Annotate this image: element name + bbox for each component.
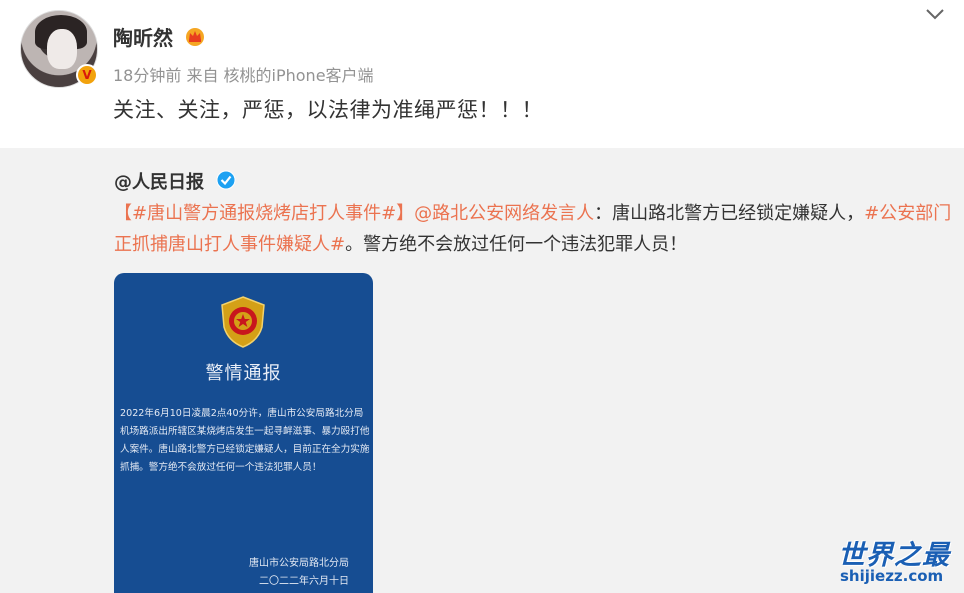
bracket-close: 】 — [396, 203, 415, 224]
police-emblem-icon — [221, 296, 265, 348]
repost-author[interactable]: @人民日报 — [114, 168, 204, 194]
avatar-face — [47, 29, 77, 69]
mention-link[interactable]: @路北公安网络发言人 — [414, 203, 594, 224]
site-watermark: 世界之最 shijiezz.com — [838, 533, 958, 589]
watermark-url: shijiezz.com — [840, 567, 944, 585]
notice-image[interactable]: 警情通报 2022年6月10日凌晨2点40分许，唐山市公安局路北分局机场路派出所… — [114, 273, 373, 593]
repost-card[interactable]: @人民日报 【#唐山警方通报烧烤店打人事件#】@路北公安网络发言人：唐山路北警方… — [0, 148, 964, 593]
crown-icon — [186, 28, 204, 46]
post-text: 关注、关注，严惩，以法律为准绳严惩！！！ — [113, 98, 543, 122]
username[interactable]: 陶昕然 — [113, 22, 173, 51]
blue-verified-icon — [216, 170, 236, 190]
notice-body: 2022年6月10日凌晨2点40分许，唐山市公安局路北分局机场路派出所辖区某烧烤… — [120, 408, 370, 473]
weibo-post-header: V 陶昕然 18分钟前 来自 核桃的iPhone客户端 关注、关注，严惩，以法律… — [0, 0, 964, 148]
topic-link-1[interactable]: #唐山警方通报烧烤店打人事件# — [132, 203, 396, 224]
bracket-open: 【 — [114, 203, 132, 224]
verified-v-icon: V — [76, 64, 98, 86]
chevron-down-icon[interactable] — [924, 6, 946, 22]
post-meta: 18分钟前 来自 核桃的iPhone客户端 — [113, 66, 374, 85]
repost-text-1: ：唐山路北警方已经锁定嫌疑人， — [594, 203, 865, 224]
notice-signature: 唐山市公安局路北分局 二〇二二年六月十日 — [249, 558, 349, 587]
repost-text: 【#唐山警方通报烧烤店打人事件#】@路北公安网络发言人：唐山路北警方已经锁定嫌疑… — [114, 198, 954, 260]
notice-title: 警情通报 — [205, 363, 282, 384]
repost-text-2: 。警方绝不会放过任何一个违法犯罪人员！ — [345, 234, 688, 255]
